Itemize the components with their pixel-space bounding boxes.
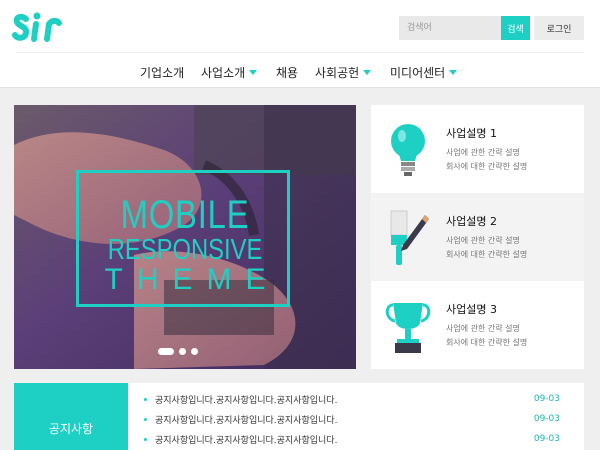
service-desc: 사업에 관한 간략 설명 xyxy=(446,236,520,245)
search-box: 검색 xyxy=(399,16,530,40)
nav-item-social[interactable]: 사회공헌 xyxy=(315,64,372,81)
bullet-icon xyxy=(144,438,147,441)
nav-item-label: 사회공헌 xyxy=(315,66,360,80)
chevron-down-icon xyxy=(249,70,258,75)
notice-item-text: 공지사항입니다.공지사항입니다.공지사항입니다. xyxy=(155,396,338,406)
nav-item-recruit[interactable]: 채용 xyxy=(276,64,298,81)
search-input[interactable] xyxy=(399,16,501,40)
banner-heading-line3: THEME xyxy=(104,263,280,296)
notice-item-text: 공지사항입니다.공지사항입니다.공지사항입니다. xyxy=(155,416,338,426)
slide-pagination xyxy=(158,346,198,356)
lightbulb-icon xyxy=(391,124,425,176)
login-button[interactable]: 로그인 xyxy=(534,16,584,40)
paint-brush-icon xyxy=(390,210,429,265)
slide-dot-2[interactable] xyxy=(179,347,186,355)
nav-item-label: 채용 xyxy=(276,66,299,80)
sir-logo[interactable] xyxy=(12,10,62,46)
service-desc: 회사에 대한 간략한 설명 xyxy=(446,250,528,259)
chevron-down-icon xyxy=(363,70,372,75)
bullet-icon xyxy=(144,418,147,421)
services-panel: 사업설명 1 사업에 관한 간략 설명 회사에 대한 간략한 설명 사업설명 2… xyxy=(371,105,584,369)
slide-dot-3[interactable] xyxy=(191,347,198,355)
notice-section: 공지사항 공지사항입니다.공지사항입니다.공지사항입니다. 09-03 공지사항… xyxy=(14,383,584,450)
notice-item-date: 09-03 xyxy=(533,434,560,444)
bullet-icon xyxy=(144,398,147,401)
search-button[interactable]: 검색 xyxy=(501,16,530,40)
trophy-icon xyxy=(385,303,431,353)
service-desc: 회사에 대한 간략한 설명 xyxy=(446,338,528,347)
banner-heading-line1: MOBILE xyxy=(120,193,250,237)
notice-item-text: 공지사항입니다.공지사항입니다.공지사항입니다. xyxy=(155,436,338,446)
notice-item[interactable]: 공지사항입니다.공지사항입니다.공지사항입니다. 09-03 xyxy=(144,393,574,409)
slide-dot-1[interactable] xyxy=(158,347,174,355)
nav-item-company[interactable]: 기업소개 xyxy=(140,64,184,81)
service-item-2[interactable]: 사업설명 2 사업에 관한 간략 설명 회사에 대한 간략한 설명 xyxy=(371,193,584,281)
notice-item-date: 09-03 xyxy=(533,394,560,404)
chevron-down-icon xyxy=(449,70,458,75)
service-title: 사업설명 3 xyxy=(446,303,497,316)
site-header: 검색 로그인 기업소개 사업소개 채용 사회공헌 미디어센터 xyxy=(0,0,600,88)
nav-item-media[interactable]: 미디어센터 xyxy=(390,64,458,81)
notice-item-date: 09-03 xyxy=(533,414,560,424)
service-desc: 사업에 관한 간략 설명 xyxy=(446,324,520,333)
notice-title: 공지사항 xyxy=(48,422,94,436)
hero-banner[interactable]: MOBILE RESPONSIVE THEME xyxy=(14,105,356,369)
main-nav: 기업소개 사업소개 채용 사회공헌 미디어센터 xyxy=(0,54,600,88)
service-title: 사업설명 1 xyxy=(446,127,497,140)
nav-item-label: 기업소개 xyxy=(140,66,185,80)
service-item-3[interactable]: 사업설명 3 사업에 관한 간략 설명 회사에 대한 간략한 설명 xyxy=(371,281,584,369)
nav-item-business[interactable]: 사업소개 xyxy=(201,64,258,81)
notice-item[interactable]: 공지사항입니다.공지사항입니다.공지사항입니다. 09-03 xyxy=(144,413,574,429)
service-title: 사업설명 2 xyxy=(446,215,497,228)
notice-header[interactable]: 공지사항 xyxy=(14,383,128,450)
service-item-1[interactable]: 사업설명 1 사업에 관한 간략 설명 회사에 대한 간략한 설명 xyxy=(371,105,584,193)
nav-item-label: 미디어센터 xyxy=(390,66,446,80)
header-divider xyxy=(16,52,584,53)
nav-item-label: 사업소개 xyxy=(201,66,246,80)
service-desc: 사업에 관한 간략 설명 xyxy=(446,148,520,157)
service-desc: 회사에 대한 간략한 설명 xyxy=(446,162,528,171)
notice-item[interactable]: 공지사항입니다.공지사항입니다.공지사항입니다. 09-03 xyxy=(144,433,574,449)
